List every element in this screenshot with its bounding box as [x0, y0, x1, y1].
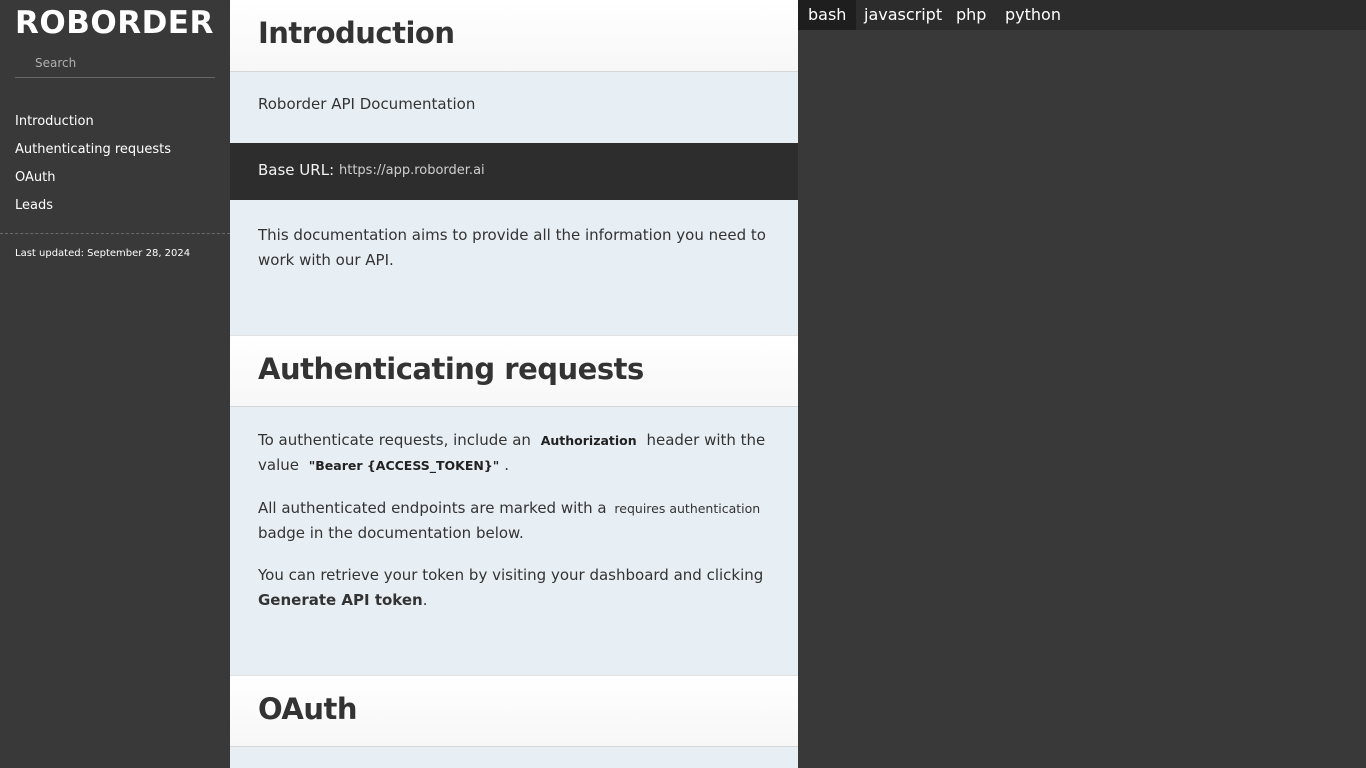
intro-subtitle: Roborder API Documentation [258, 95, 476, 113]
sidebar: ROBORDER Introduction Authenticating req… [0, 0, 230, 768]
generate-api-token-text: Generate API token [258, 591, 423, 609]
tab-javascript[interactable]: javascript [854, 0, 952, 30]
auth-paragraph-3: You can retrieve your token by visiting … [258, 566, 764, 609]
oauth-heading: OAuth [258, 692, 357, 726]
authenticating-requests-header: Authenticating requests [230, 335, 798, 407]
sidebar-item-oauth[interactable]: OAuth [0, 164, 230, 192]
tab-python[interactable]: python [995, 0, 1071, 30]
main-content: Introduction Roborder API Documentation … [230, 0, 798, 768]
auth-paragraph-1: To authenticate requests, include an Aut… [258, 431, 766, 474]
tab-bash[interactable]: bash [798, 0, 857, 30]
bearer-token-code: "Bearer {ACCESS_TOKEN}" [308, 458, 500, 473]
auth-paragraph-2: All authenticated endpoints are marked w… [258, 496, 770, 546]
base-url-label: Base URL: [258, 161, 335, 179]
search-box [15, 48, 215, 78]
search-input[interactable] [33, 52, 213, 74]
language-tabs: bash javascript php python [798, 0, 1366, 30]
last-updated-text: Last updated: September 28, 2024 [15, 248, 191, 259]
base-url-value: https://app.roborder.ai [339, 163, 485, 178]
intro-description: This documentation aims to provide all t… [258, 226, 766, 269]
logo[interactable]: ROBORDER [15, 4, 214, 42]
sidebar-item-leads[interactable]: Leads [0, 192, 230, 220]
search-icon [15, 56, 29, 70]
code-panel: bash javascript php python [798, 0, 1366, 768]
sidebar-divider [0, 233, 230, 234]
tab-php[interactable]: php [946, 0, 996, 30]
authorization-code: Authorization [540, 433, 637, 448]
sidebar-item-introduction[interactable]: Introduction [0, 108, 230, 136]
introduction-header: Introduction [230, 0, 798, 72]
authenticating-requests-heading: Authenticating requests [258, 352, 644, 386]
sidebar-item-authenticating-requests[interactable]: Authenticating requests [0, 136, 230, 164]
table-of-contents: Introduction Authenticating requests OAu… [0, 108, 230, 220]
base-url-bar: Base URL: https://app.roborder.ai [230, 143, 798, 200]
requires-auth-badge: requires authentication [614, 501, 761, 516]
introduction-heading: Introduction [258, 16, 455, 50]
oauth-header: OAuth [230, 675, 798, 747]
